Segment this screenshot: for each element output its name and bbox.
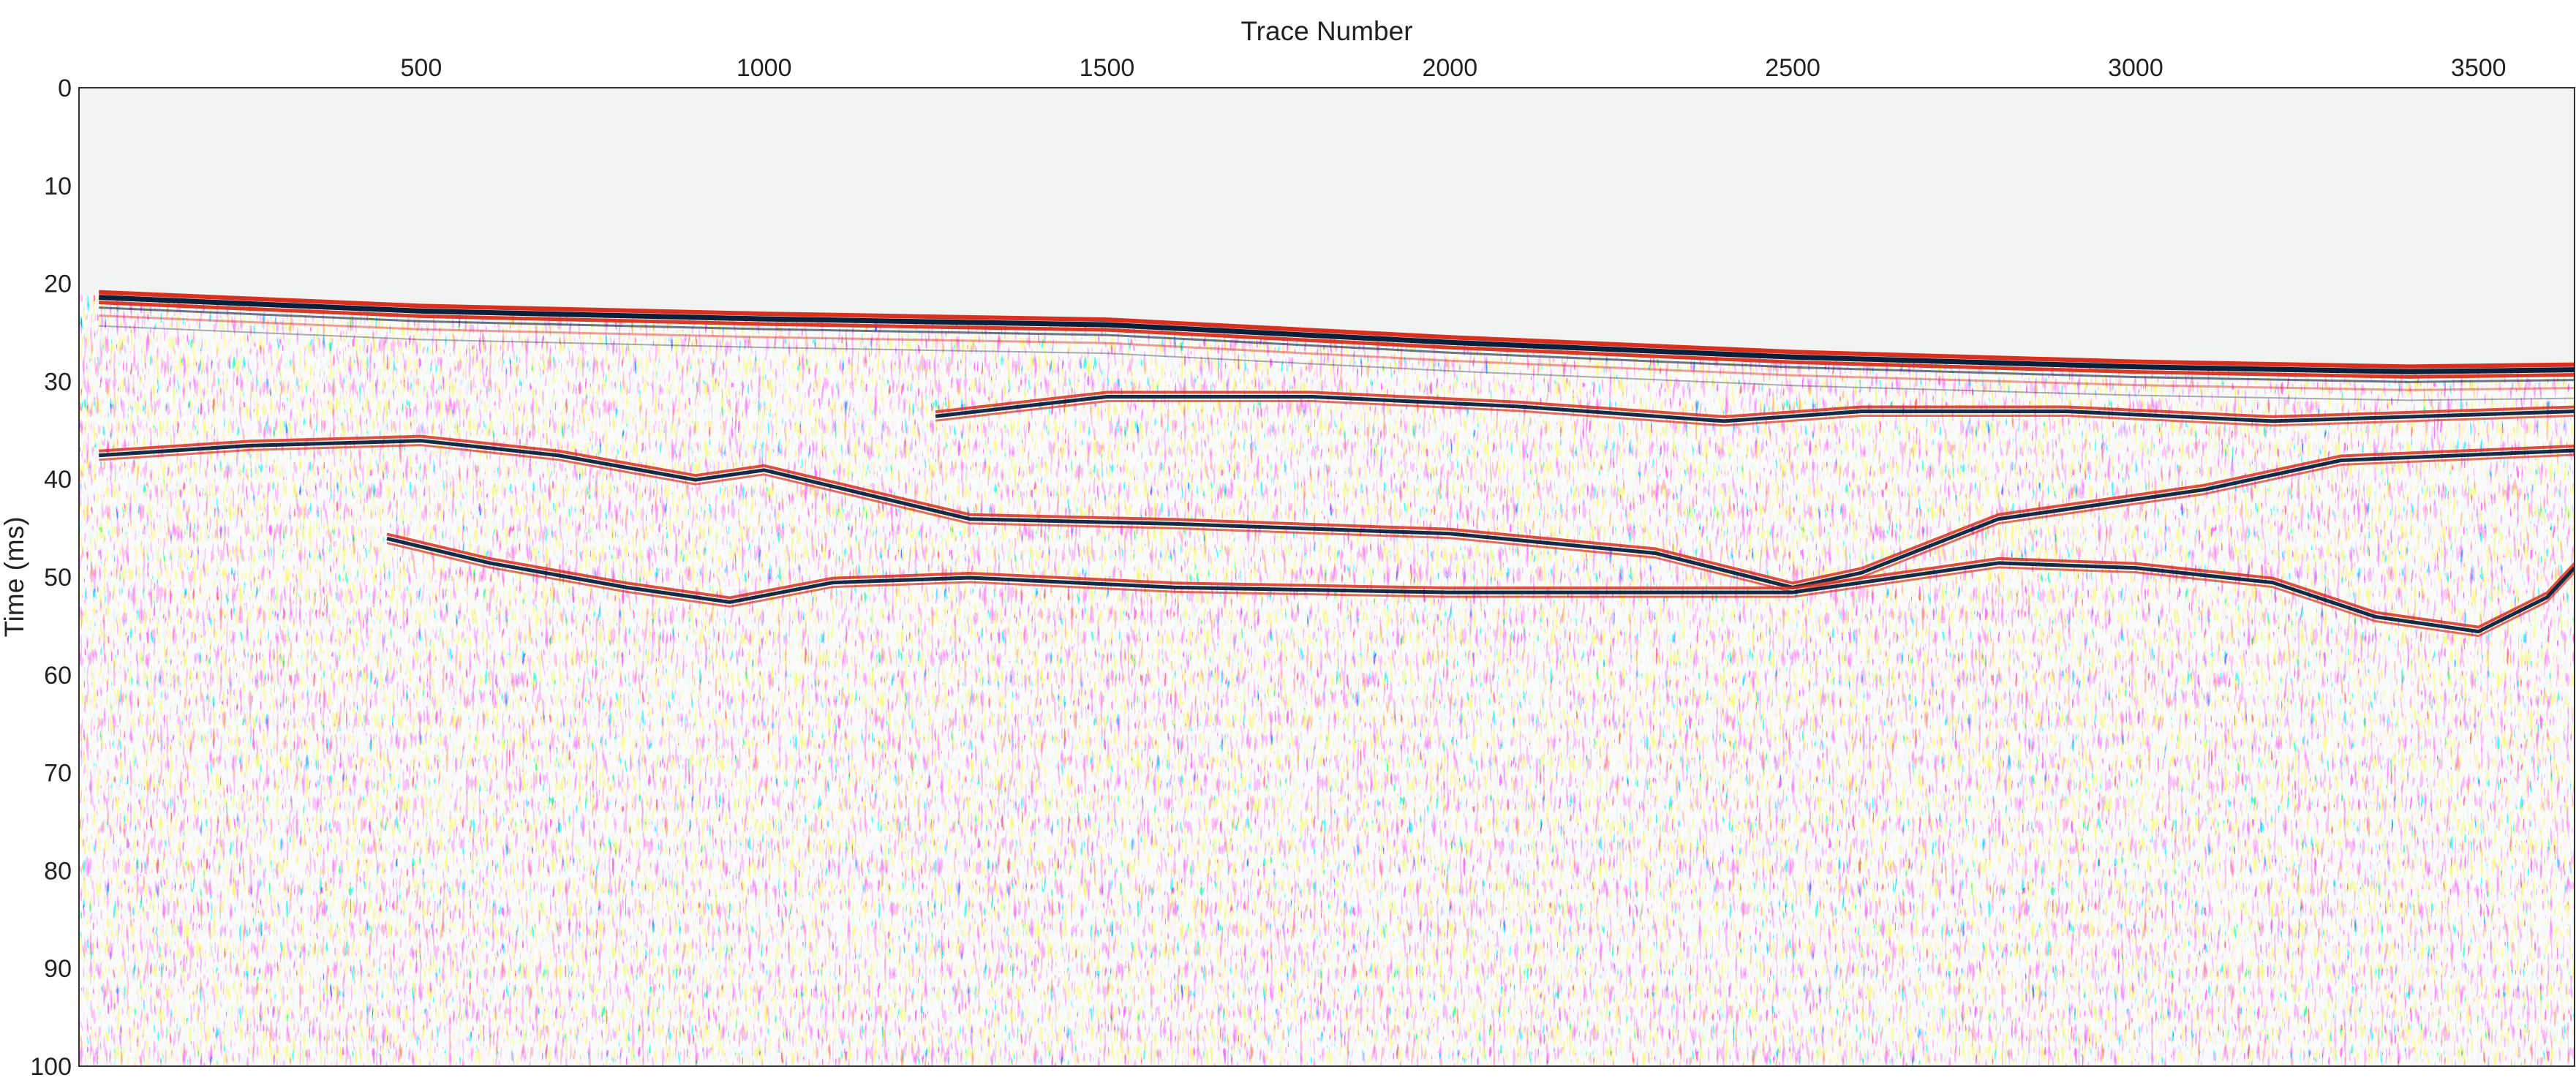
x-tick-label: 3500	[2451, 54, 2507, 82]
x-tick-label: 1000	[737, 54, 792, 82]
y-tick-label: 80	[44, 857, 72, 885]
y-tick-label: 60	[44, 662, 72, 690]
y-tick-label: 10	[44, 173, 72, 200]
y-axis-title: Time (ms)	[0, 516, 29, 637]
x-tick-label: 2500	[1765, 54, 1820, 82]
y-tick-label: 0	[58, 75, 72, 102]
seismic-amplitude-image	[79, 88, 2575, 1066]
plot-area	[79, 88, 2575, 1066]
y-tick-label: 90	[44, 955, 72, 983]
x-tick-label: 3000	[2108, 54, 2163, 82]
y-tick-label: 30	[44, 368, 72, 396]
y-tick-label: 100	[30, 1053, 72, 1079]
seismic-chart: Trace Number Time (ms) 500 1000 1500 2000 25…	[0, 16, 2575, 1081]
x-axis-title: Trace Number	[1240, 16, 1412, 46]
x-tick-label: 2000	[1422, 54, 1477, 82]
x-tick-label: 1500	[1080, 54, 1135, 82]
y-tick-labels: 0 10 20 30 40 50 60 70 80 90 100	[30, 75, 72, 1081]
y-tick-label: 50	[44, 564, 72, 592]
seismic-figure: Trace Number Time (ms) 500 1000 1500 2000 25…	[0, 0, 2576, 1081]
y-tick-label: 20	[44, 271, 72, 298]
y-tick-label: 40	[44, 466, 72, 494]
x-tick-label: 500	[401, 54, 442, 82]
x-tick-labels: 500 1000 1500 2000 2500 3000 3500	[401, 54, 2507, 82]
y-tick-label: 70	[44, 760, 72, 788]
